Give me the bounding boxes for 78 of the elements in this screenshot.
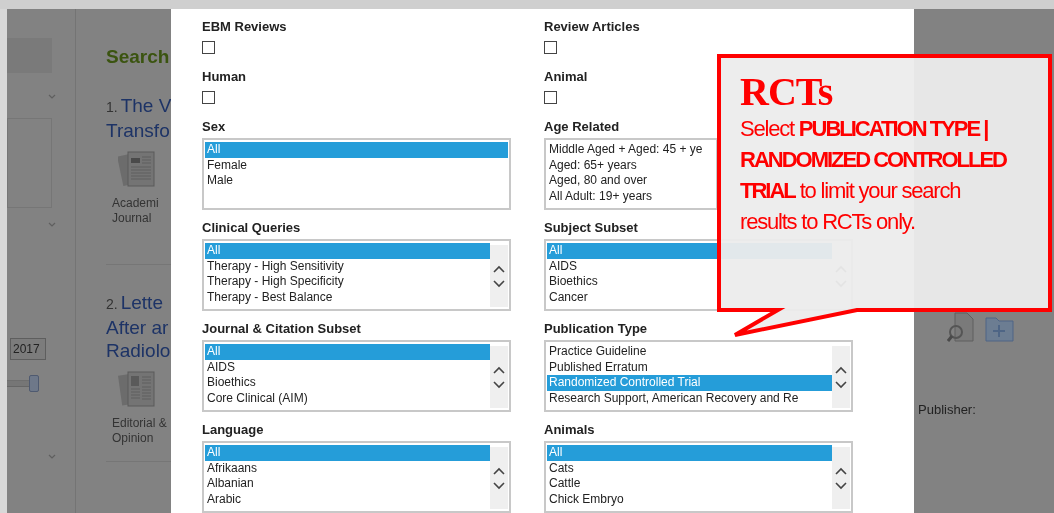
filter-label: Clinical Queries — [202, 220, 301, 236]
document-search-icon — [947, 312, 975, 342]
list-option[interactable]: Therapy - Best Balance — [205, 290, 490, 306]
filter-label: Animals — [544, 422, 595, 438]
results-heading: Search — [106, 46, 171, 68]
result-number: 2. — [106, 296, 118, 312]
chevron-down-icon — [492, 480, 506, 491]
publication-type-label: Journal — [111, 211, 153, 226]
filter-label: Publication Type — [544, 321, 648, 337]
chevron-down-icon — [492, 379, 506, 390]
chevron-down-icon — [47, 220, 57, 228]
publication-type-label: Academi — [111, 196, 160, 211]
chevron-up-icon — [492, 364, 506, 375]
list-box[interactable]: All Cats Cattle Chick Embryo — [544, 441, 853, 513]
list-option[interactable]: Middle Aged + Aged: 45 + ye — [547, 142, 715, 158]
list-option[interactable]: Therapy - High Sensitivity — [205, 258, 490, 275]
chevron-up-icon — [492, 465, 506, 476]
list-option[interactable]: Published Erratum — [547, 359, 832, 376]
list-box[interactable]: Middle Aged + Aged: 45 + ye Aged: 65+ years Aged, 80 and over All Adult: 19+ years — [544, 138, 718, 210]
list-option[interactable]: Female — [205, 157, 508, 174]
scrollbar[interactable] — [490, 245, 508, 307]
list-option[interactable]: Aged: 65+ years — [547, 157, 715, 174]
publisher-label: Publisher: — [918, 402, 977, 417]
list-option[interactable]: Albanian — [205, 476, 490, 493]
list-box[interactable]: Practice Guideline Published Erratum Randomized Controlled Trial Research Support, American Recovery and Re — [544, 340, 853, 412]
filter-label: Age Related — [544, 119, 620, 135]
chevron-down-icon — [47, 452, 57, 460]
checkbox[interactable] — [544, 41, 557, 54]
callout-text: Select PUBLICATION TYPE | RANDOMIZED CONTROLLED TRIAL to limit your search results to RCTs only. — [740, 115, 1008, 236]
callout-title: RCTs — [740, 71, 833, 113]
chevron-up-icon — [834, 364, 848, 375]
filter-panel — [7, 38, 52, 73]
filter-label: Animal — [544, 69, 588, 85]
checkbox[interactable] — [202, 91, 215, 104]
filter-label: Journal & Citation Subset — [202, 321, 361, 337]
filter-label: EBM Reviews — [202, 19, 287, 35]
checkbox[interactable] — [544, 91, 557, 104]
chevron-down-icon — [834, 379, 848, 390]
list-option[interactable]: Chick Embryo — [547, 492, 832, 508]
list-option[interactable]: Afrikaans — [205, 460, 490, 477]
list-option[interactable]: Practice Guideline — [547, 344, 832, 360]
list-box[interactable]: All AIDS Bioethics Core Clinical (AIM) — [202, 340, 511, 412]
chevron-down-icon — [47, 92, 57, 100]
list-option[interactable]: Cattle — [547, 476, 832, 493]
list-option[interactable]: All Adult: 19+ years — [547, 189, 715, 205]
filter-label: Human — [202, 69, 247, 85]
list-box[interactable]: All Afrikaans Albanian Arabic — [202, 441, 511, 513]
document-icon — [118, 150, 158, 190]
list-option[interactable]: Core Clinical (AIM) — [205, 391, 490, 407]
list-box[interactable]: All Therapy - High Sensitivity Therapy - High Specificity Therapy - Best Balance — [202, 239, 511, 311]
list-option[interactable]: Research Support, American Recovery and Re — [547, 391, 832, 407]
chevron-up-icon — [492, 263, 506, 274]
publication-type-label: Opinion — [111, 431, 155, 446]
filter-label: Language — [202, 422, 264, 438]
year-field[interactable]: 2017 — [10, 338, 46, 360]
list-box[interactable]: All Female Male — [202, 138, 511, 210]
chevron-down-icon — [492, 278, 506, 289]
publication-type-label: Editorial & — [111, 416, 168, 431]
list-option[interactable]: Arabic — [205, 492, 490, 508]
list-option[interactable]: Bioethics — [205, 375, 490, 392]
slider-thumb[interactable] — [29, 375, 39, 392]
chevron-up-icon — [834, 465, 848, 476]
document-icon — [118, 370, 158, 410]
filter-label: Sex — [202, 119, 226, 135]
checkbox[interactable] — [202, 41, 215, 54]
list-option[interactable]: Therapy - High Specificity — [205, 274, 490, 291]
scrollbar[interactable] — [832, 346, 850, 408]
filter-label: Review Articles — [544, 19, 640, 35]
filter-label: Subject Subset — [544, 220, 638, 236]
scrollbar[interactable] — [490, 447, 508, 509]
scrollbar[interactable] — [832, 447, 850, 509]
result-number: 1. — [106, 99, 118, 115]
list-option[interactable]: Cats — [547, 460, 832, 477]
list-option[interactable]: Aged, 80 and over — [547, 173, 715, 190]
list-option[interactable]: AIDS — [205, 359, 490, 376]
chevron-down-icon — [834, 480, 848, 491]
scrollbar[interactable] — [490, 346, 508, 408]
list-option[interactable]: Male — [205, 173, 508, 190]
